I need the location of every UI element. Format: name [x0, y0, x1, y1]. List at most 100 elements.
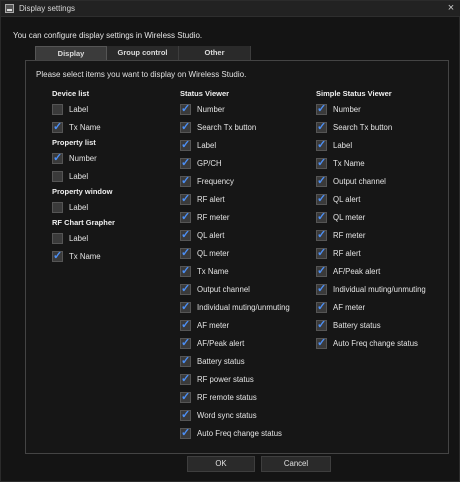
checkbox-checked[interactable]	[316, 174, 327, 187]
rf-chart-grapher-option-tx-name[interactable]: Tx Name	[52, 247, 172, 265]
status-viewer-option-rf-remote-status[interactable]: RF remote status	[180, 388, 316, 406]
simple-status-viewer-option-tx-name[interactable]: Tx Name	[316, 154, 448, 172]
checkbox-checked[interactable]	[180, 354, 191, 367]
checkbox-checked[interactable]	[180, 156, 191, 169]
checkbox-checked[interactable]	[316, 228, 327, 241]
status-viewer-option-ql-alert[interactable]: QL alert	[180, 226, 316, 244]
checkbox-checked[interactable]	[180, 390, 191, 403]
option-label: QL alert	[333, 194, 361, 204]
checkbox-checked[interactable]	[180, 300, 191, 313]
tab-display[interactable]: Display	[35, 46, 107, 60]
checkbox-unchecked[interactable]	[52, 103, 63, 115]
checkbox-checked[interactable]	[316, 282, 327, 295]
checkbox-unchecked[interactable]	[52, 170, 63, 182]
status-viewer-option-ql-meter[interactable]: QL meter	[180, 244, 316, 262]
checkbox-checked[interactable]	[180, 246, 191, 259]
checkbox-checked[interactable]	[180, 102, 191, 115]
checkbox-checked[interactable]	[316, 192, 327, 205]
tab-other[interactable]: Other	[179, 46, 251, 60]
checkbox-checked[interactable]	[180, 426, 191, 439]
checkbox-checked[interactable]	[52, 151, 63, 164]
checkbox-checked[interactable]	[180, 318, 191, 331]
status-viewer-option-rf-meter[interactable]: RF meter	[180, 208, 316, 226]
checkbox-checked[interactable]	[180, 408, 191, 421]
simple-status-viewer-option-search-tx-button[interactable]: Search Tx button	[316, 118, 448, 136]
status-viewer-option-gp-ch[interactable]: GP/CH	[180, 154, 316, 172]
device-list-option-tx-name[interactable]: Tx Name	[52, 118, 172, 136]
status-viewer-option-af-peak-alert[interactable]: AF/Peak alert	[180, 334, 316, 352]
status-viewer-option-label[interactable]: Label	[180, 136, 316, 154]
option-label: Tx Name	[197, 266, 229, 276]
checkbox-checked[interactable]	[180, 138, 191, 151]
status-viewer-option-search-tx-button[interactable]: Search Tx button	[180, 118, 316, 136]
checkbox-checked[interactable]	[180, 210, 191, 223]
status-viewer-option-af-meter[interactable]: AF meter	[180, 316, 316, 334]
status-viewer-option-tx-name[interactable]: Tx Name	[180, 262, 316, 280]
simple-status-viewer-option-ql-meter[interactable]: QL meter	[316, 208, 448, 226]
tab-group-control[interactable]: Group control	[107, 46, 179, 60]
simple-status-viewer-option-af-peak-alert[interactable]: AF/Peak alert	[316, 262, 448, 280]
option-label: AF meter	[197, 320, 230, 330]
checkbox-checked[interactable]	[316, 210, 327, 223]
checkbox-unchecked[interactable]	[52, 201, 63, 213]
checkbox-checked[interactable]	[52, 249, 63, 262]
checkbox-checked[interactable]	[316, 156, 327, 169]
simple-status-viewer-option-label[interactable]: Label	[316, 136, 448, 154]
checkbox-unchecked[interactable]	[52, 232, 63, 244]
simple-status-viewer-option-number[interactable]: Number	[316, 100, 448, 118]
option-label: Auto Freq change status	[197, 428, 282, 438]
checkbox-checked[interactable]	[180, 120, 191, 133]
checkbox-checked[interactable]	[180, 228, 191, 241]
checkbox-checked[interactable]	[316, 102, 327, 115]
simple-status-viewer-option-rf-meter[interactable]: RF meter	[316, 226, 448, 244]
checkbox-checked[interactable]	[316, 246, 327, 259]
status-viewer-option-word-sync-status[interactable]: Word sync status	[180, 406, 316, 424]
checkbox-checked[interactable]	[52, 120, 63, 133]
option-label: Frequency	[197, 176, 234, 186]
ok-button[interactable]: OK	[187, 456, 255, 472]
checkbox-checked[interactable]	[180, 372, 191, 385]
status-viewer-option-number[interactable]: Number	[180, 100, 316, 118]
simple-status-viewer-option-ql-alert[interactable]: QL alert	[316, 190, 448, 208]
close-icon[interactable]: ×	[445, 2, 457, 14]
status-viewer-option-output-channel[interactable]: Output channel	[180, 280, 316, 298]
simple-status-viewer-option-output-channel[interactable]: Output channel	[316, 172, 448, 190]
app-icon	[5, 4, 14, 13]
option-label: Number	[197, 104, 225, 114]
property-window-option-label[interactable]: Label	[52, 198, 172, 216]
checkbox-checked[interactable]	[180, 282, 191, 295]
intro-text: You can configure display settings in Wi…	[13, 31, 203, 40]
simple-status-viewer-option-rf-alert[interactable]: RF alert	[316, 244, 448, 262]
checkbox-checked[interactable]	[316, 264, 327, 277]
status-viewer-option-battery-status[interactable]: Battery status	[180, 352, 316, 370]
checkbox-checked[interactable]	[316, 336, 327, 349]
option-label: AF meter	[333, 302, 366, 312]
checkbox-checked[interactable]	[180, 174, 191, 187]
simple-status-viewer-option-af-meter[interactable]: AF meter	[316, 298, 448, 316]
property-list-option-number[interactable]: Number	[52, 149, 172, 167]
status-viewer-option-auto-freq-change-status[interactable]: Auto Freq change status	[180, 424, 316, 442]
checkbox-checked[interactable]	[180, 264, 191, 277]
window-title: Display settings	[19, 4, 76, 13]
checkbox-checked[interactable]	[316, 318, 327, 331]
device-list-options: Label Tx Name	[52, 100, 172, 136]
property-list-option-label[interactable]: Label	[52, 167, 172, 185]
checkbox-checked[interactable]	[180, 192, 191, 205]
status-viewer-option-individual-muting-unmuting[interactable]: Individual muting/unmuting	[180, 298, 316, 316]
rf-chart-grapher-option-label[interactable]: Label	[52, 229, 172, 247]
device-list-option-label[interactable]: Label	[52, 100, 172, 118]
status-viewer-option-rf-alert[interactable]: RF alert	[180, 190, 316, 208]
option-label: Label	[333, 140, 353, 150]
cancel-button[interactable]: Cancel	[261, 456, 331, 472]
simple-status-viewer-option-battery-status[interactable]: Battery status	[316, 316, 448, 334]
checkbox-checked[interactable]	[316, 120, 327, 133]
checkbox-checked[interactable]	[180, 336, 191, 349]
property-window-options: Label	[52, 198, 172, 216]
option-label: Label	[69, 171, 89, 181]
status-viewer-option-rf-power-status[interactable]: RF power status	[180, 370, 316, 388]
checkbox-checked[interactable]	[316, 300, 327, 313]
checkbox-checked[interactable]	[316, 138, 327, 151]
simple-status-viewer-option-auto-freq-change-status[interactable]: Auto Freq change status	[316, 334, 448, 352]
simple-status-viewer-option-individual-muting-unmuting[interactable]: Individual muting/unmuting	[316, 280, 448, 298]
status-viewer-option-frequency[interactable]: Frequency	[180, 172, 316, 190]
